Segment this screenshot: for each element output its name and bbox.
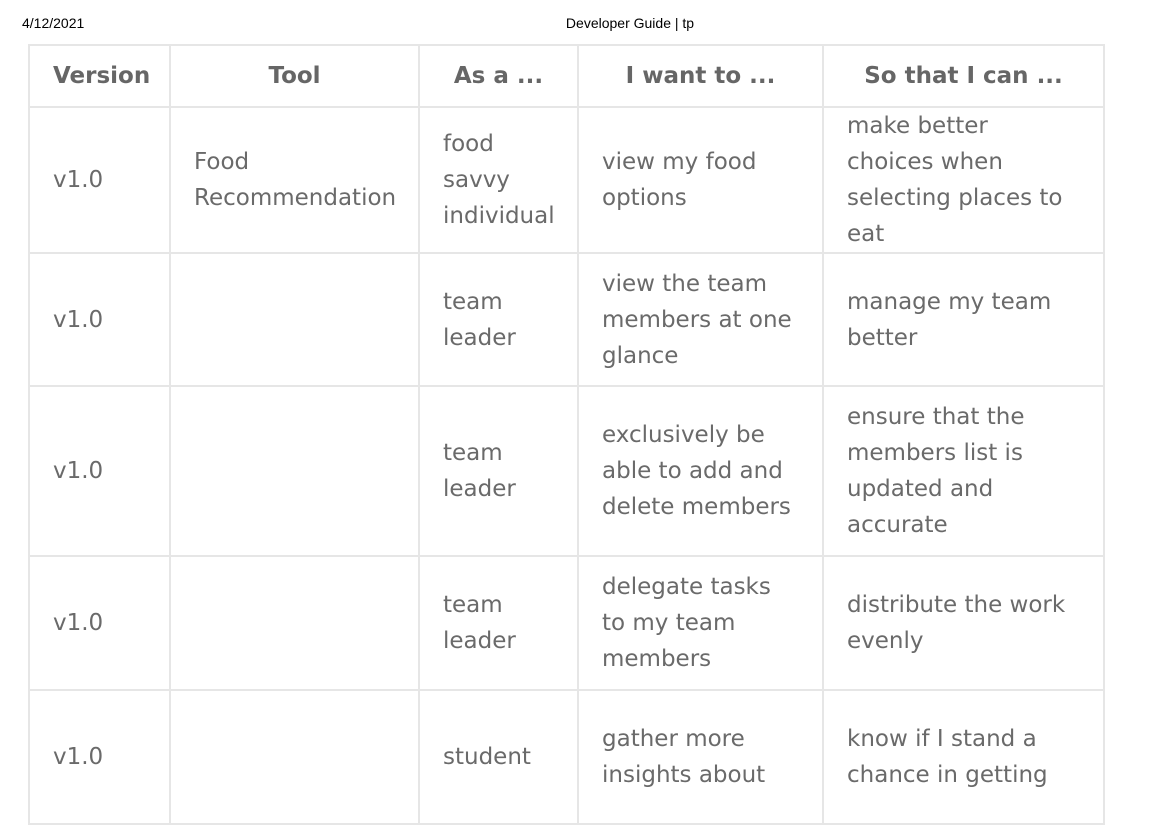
cell-i-want-to: gather more insights about — [577, 689, 824, 825]
cell-version: v1.0 — [28, 385, 171, 557]
cell-as-a: food savvy individual — [418, 106, 579, 254]
table-row: v1.0 team leader delegate tasks to my te… — [28, 555, 1105, 691]
print-header: 4/12/2021 Developer Guide | tp — [0, 15, 1152, 35]
cell-version: v1.0 — [28, 106, 171, 254]
column-header-version: Version — [28, 44, 171, 108]
table-row: v1.0 student gather more insights about … — [28, 689, 1105, 825]
cell-as-a: student — [418, 689, 579, 825]
cell-version: v1.0 — [28, 252, 171, 387]
cell-version: v1.0 — [28, 689, 171, 825]
cell-as-a: team leader — [418, 555, 579, 691]
cell-so-that: distribute the work evenly — [822, 555, 1105, 691]
table-row: v1.0 team leader view the team members a… — [28, 252, 1105, 387]
user-stories-table-container: Version Tool As a ... I want to ... So t… — [28, 44, 1105, 825]
cell-so-that: make better choices when selecting place… — [822, 106, 1105, 254]
cell-so-that: know if I stand a chance in getting — [822, 689, 1105, 825]
cell-as-a: team leader — [418, 385, 579, 557]
cell-as-a: team leader — [418, 252, 579, 387]
column-header-as-a: As a ... — [418, 44, 579, 108]
column-header-i-want-to: I want to ... — [577, 44, 824, 108]
column-header-so-that: So that I can ... — [822, 44, 1105, 108]
cell-tool: Food Recommendation — [169, 106, 420, 254]
cell-i-want-to: view the team members at one glance — [577, 252, 824, 387]
cell-tool — [169, 385, 420, 557]
table-row: v1.0 team leader exclusively be able to … — [28, 385, 1105, 557]
cell-i-want-to: view my food options — [577, 106, 824, 254]
cell-so-that: manage my team better — [822, 252, 1105, 387]
document-title: Developer Guide | tp — [565, 15, 695, 31]
cell-tool — [169, 252, 420, 387]
table-header-row: Version Tool As a ... I want to ... So t… — [28, 44, 1105, 108]
column-header-tool: Tool — [169, 44, 420, 108]
cell-version: v1.0 — [28, 555, 171, 691]
cell-tool — [169, 555, 420, 691]
table-row: v1.0 Food Recommendation food savvy indi… — [28, 106, 1105, 254]
cell-so-that: ensure that the members list is updated … — [822, 385, 1105, 557]
cell-i-want-to: delegate tasks to my team members — [577, 555, 824, 691]
user-stories-table: Version Tool As a ... I want to ... So t… — [28, 44, 1105, 825]
cell-tool — [169, 689, 420, 825]
cell-i-want-to: exclusively be able to add and delete me… — [577, 385, 824, 557]
